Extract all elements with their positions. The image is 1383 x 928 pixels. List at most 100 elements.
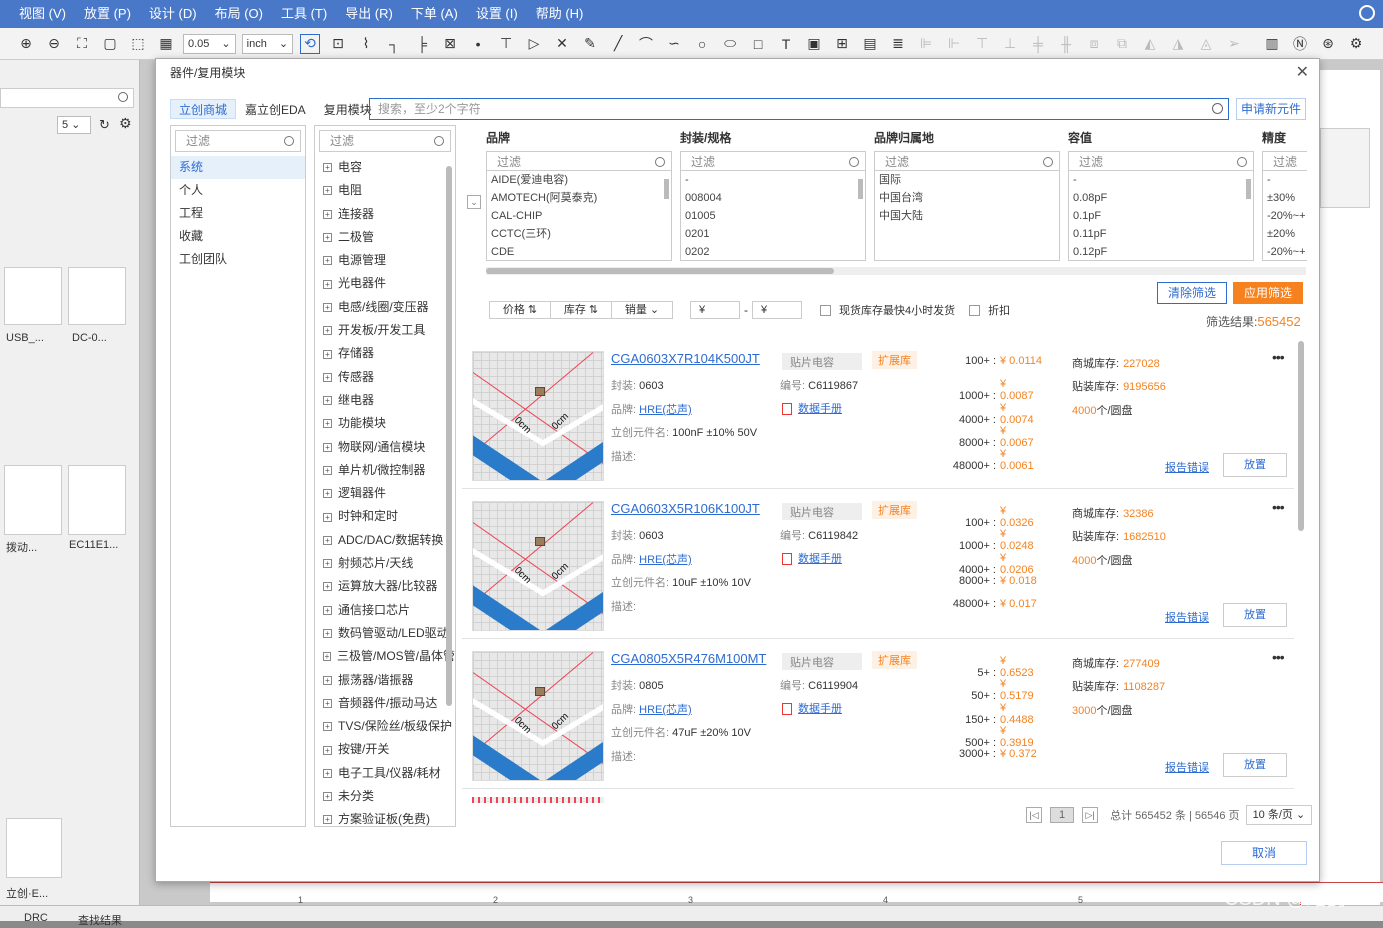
place-button[interactable]: 放置 — [1223, 453, 1287, 477]
menu-export[interactable]: 导出 (R) — [336, 0, 402, 28]
menu-help[interactable]: 帮助 (H) — [527, 0, 593, 28]
distribute-v-icon[interactable]: ⧉ — [1112, 34, 1132, 54]
no-connect-icon[interactable]: ✕ — [552, 34, 572, 54]
category-item[interactable]: + 存储器 — [315, 342, 455, 365]
source-item[interactable]: 系统 — [171, 156, 305, 179]
category-item[interactable]: + 电阻 — [315, 179, 455, 202]
menu-tools[interactable]: 工具 (T) — [272, 0, 336, 28]
part-name-link[interactable]: CGA0603X5R106K100JT — [611, 501, 760, 516]
part-photo[interactable]: 0cm 0cm — [472, 501, 604, 631]
menu-settings[interactable]: 设置 (I) — [467, 0, 527, 28]
clear-filter-button[interactable]: 清除筛选 — [1157, 282, 1227, 304]
category-item[interactable]: + 电子工具/仪器/耗材 — [315, 762, 455, 785]
expand-plus-icon[interactable]: + — [323, 512, 332, 522]
category-item[interactable]: + 时钟和定时 — [315, 505, 455, 528]
facet-option[interactable]: 中国台湾 — [875, 189, 1059, 207]
align-top-icon[interactable]: ⊤ — [972, 34, 992, 54]
menu-design[interactable]: 设计 (D) — [140, 0, 206, 28]
expand-plus-icon[interactable]: + — [323, 209, 332, 219]
zoom-area-icon[interactable]: ▢ — [100, 34, 120, 54]
category-item[interactable]: + 传感器 — [315, 366, 455, 389]
filter-input[interactable]: 过滤 — [319, 130, 451, 152]
category-item[interactable]: + 开发板/开发工具 — [315, 319, 455, 342]
request-new-part-button[interactable]: 申请新元件 — [1236, 98, 1306, 120]
expand-plus-icon[interactable]: + — [323, 302, 332, 312]
facet-option[interactable]: 0.11pF — [1069, 225, 1253, 243]
rect-icon[interactable]: □ — [748, 34, 768, 54]
arc-icon[interactable]: ⌒ — [636, 34, 656, 54]
filter-input[interactable]: 过滤 — [486, 151, 672, 171]
facet-option[interactable]: ±20% — [1263, 225, 1307, 243]
category-item[interactable]: + 单片机/微控制器 — [315, 459, 455, 482]
expand-plus-icon[interactable]: + — [323, 675, 332, 685]
facet-option[interactable]: 国际 — [875, 171, 1059, 189]
expand-facets-icon[interactable]: ⌄ — [467, 195, 481, 209]
component-icon[interactable]: ⊡ — [328, 34, 348, 54]
source-item[interactable]: 个人 — [171, 179, 305, 202]
align-middle-icon[interactable]: ╫ — [1056, 34, 1076, 54]
datasheet-link[interactable]: 数据手册 — [782, 400, 842, 416]
facet-option[interactable]: AIDE(爱迪电容) — [487, 171, 671, 189]
fit-icon[interactable]: ⛶ — [72, 34, 92, 54]
refresh-icon[interactable]: ↻ — [99, 117, 110, 133]
ellipse-icon[interactable]: ⬭ — [720, 34, 740, 54]
expand-plus-icon[interactable]: + — [323, 326, 332, 336]
more-options-icon[interactable]: ••• — [1272, 649, 1285, 665]
search-icon[interactable] — [1359, 5, 1375, 21]
cancel-button[interactable]: 取消 — [1221, 841, 1307, 865]
category-item[interactable]: + 功能模块 — [315, 412, 455, 435]
close-icon[interactable]: ✕ — [1296, 62, 1309, 82]
facet-option[interactable]: -20%~+ — [1263, 243, 1307, 260]
expand-plus-icon[interactable]: + — [323, 722, 332, 732]
part-thumb-module[interactable] — [6, 818, 62, 878]
facet-option[interactable]: 中国大陆 — [875, 207, 1059, 225]
report-error-link[interactable]: 报告错误 — [1165, 459, 1209, 475]
wire-icon[interactable]: ┐ — [384, 34, 404, 54]
expand-plus-icon[interactable]: + — [323, 815, 332, 825]
place-button[interactable]: 放置 — [1223, 603, 1287, 627]
facet-option[interactable]: CAL-CHIP — [487, 207, 671, 225]
sort-stock-button[interactable]: 库存 ⇅ — [550, 301, 612, 319]
category-item[interactable]: + 按键/开关 — [315, 738, 455, 761]
facet-option[interactable]: AMOTECH(阿莫泰克) — [487, 189, 671, 207]
junction-icon[interactable]: • — [468, 34, 488, 54]
search-input[interactable]: 搜索，至少2个字符 — [369, 98, 1229, 120]
facet-option[interactable]: 008004 — [681, 189, 865, 207]
facet-scrollbar[interactable] — [858, 179, 863, 199]
expand-plus-icon[interactable]: + — [323, 698, 332, 708]
category-item[interactable]: + 通信接口芯片 — [315, 599, 455, 622]
category-item[interactable]: + 电源管理 — [315, 249, 455, 272]
brand-link[interactable]: HRE(芯声) — [639, 554, 692, 566]
part-name-link[interactable]: CGA0805X5R476M100MT — [611, 651, 766, 666]
category-item[interactable]: + 运算放大器/比较器 — [315, 575, 455, 598]
source-item[interactable]: 收藏 — [171, 225, 305, 248]
menu-layout[interactable]: 布局 (O) — [206, 0, 272, 28]
grid-icon[interactable]: ▦ — [156, 34, 176, 54]
filter-input[interactable]: 过滤 — [874, 151, 1060, 171]
source-item[interactable]: 工创团队 — [171, 248, 305, 271]
expand-plus-icon[interactable]: + — [323, 792, 332, 802]
unit-select[interactable]: inch ⌄ — [241, 33, 294, 54]
search-icon[interactable] — [1212, 103, 1223, 114]
expand-plus-icon[interactable]: + — [323, 768, 332, 778]
library-search-input[interactable] — [0, 88, 134, 108]
line-icon[interactable]: ╱ — [608, 34, 628, 54]
grid-size-select[interactable]: 0.05 ⌄ — [183, 33, 236, 54]
netlabel-icon[interactable]: ⊠ — [440, 34, 460, 54]
flip-h-icon[interactable]: ◭ — [1140, 34, 1160, 54]
expand-plus-icon[interactable]: + — [323, 233, 332, 243]
datasheet-link[interactable]: 数据手册 — [782, 550, 842, 566]
rotate-icon[interactable]: ◬ — [1196, 34, 1216, 54]
last-page-button[interactable]: ▷| — [1082, 807, 1099, 823]
gear-icon[interactable]: ⚙ — [119, 115, 132, 132]
filter-input[interactable]: 过滤 — [175, 130, 301, 152]
report-error-link[interactable]: 报告错误 — [1165, 609, 1209, 625]
sort-price-button[interactable]: 价格 ⇅ — [489, 301, 551, 319]
facet-scrollbar[interactable] — [1246, 179, 1251, 199]
expand-plus-icon[interactable]: + — [323, 629, 332, 639]
menu-order[interactable]: 下单 (A) — [402, 0, 467, 28]
in-stock-checkbox[interactable]: 现货库存最快4小时发货 — [820, 302, 955, 318]
more-options-icon[interactable]: ••• — [1272, 349, 1285, 365]
menu-place[interactable]: 放置 (P) — [75, 0, 140, 28]
facet-option[interactable]: 01005 — [681, 207, 865, 225]
